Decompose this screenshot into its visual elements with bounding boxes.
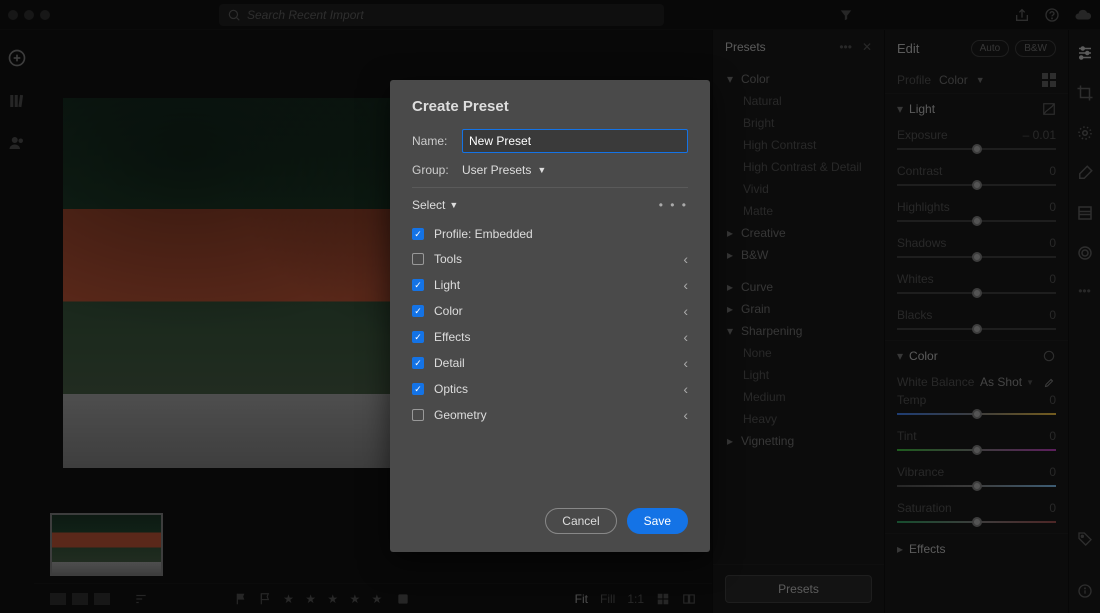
chevron-left-icon[interactable]: ‹ xyxy=(683,277,688,293)
preset-option-row[interactable]: Color ‹ xyxy=(412,298,688,324)
checkbox[interactable] xyxy=(412,409,424,421)
preset-option-label: Optics xyxy=(434,382,468,396)
preset-option-row[interactable]: Optics ‹ xyxy=(412,376,688,402)
checkbox[interactable] xyxy=(412,383,424,395)
group-select[interactable]: User Presets ▼ xyxy=(462,163,546,177)
group-label: Group: xyxy=(412,163,452,177)
checkbox[interactable] xyxy=(412,228,424,240)
create-preset-dialog: Create Preset Name: Group: User Presets … xyxy=(390,80,710,552)
checkbox[interactable] xyxy=(412,279,424,291)
chevron-down-icon: ▼ xyxy=(449,200,458,210)
chevron-left-icon[interactable]: ‹ xyxy=(683,381,688,397)
chevron-left-icon[interactable]: ‹ xyxy=(683,329,688,345)
preset-option-row[interactable]: Tools ‹ xyxy=(412,246,688,272)
chevron-left-icon[interactable]: ‹ xyxy=(683,407,688,423)
checkbox[interactable] xyxy=(412,357,424,369)
dialog-title: Create Preset xyxy=(412,98,688,115)
chevron-down-icon: ▼ xyxy=(537,165,546,175)
save-button[interactable]: Save xyxy=(627,508,688,534)
checkbox[interactable] xyxy=(412,253,424,265)
preset-option-label: Tools xyxy=(434,252,462,266)
cancel-button[interactable]: Cancel xyxy=(545,508,616,534)
preset-option-label: Light xyxy=(434,278,460,292)
name-label: Name: xyxy=(412,134,452,148)
chevron-left-icon[interactable]: ‹ xyxy=(683,251,688,267)
dialog-more-icon[interactable]: • • • xyxy=(659,198,688,212)
preset-option-label: Geometry xyxy=(434,408,487,422)
preset-option-label: Effects xyxy=(434,330,470,344)
preset-option-row[interactable]: Profile: Embedded xyxy=(412,222,688,246)
preset-option-label: Detail xyxy=(434,356,465,370)
preset-option-row[interactable]: Effects ‹ xyxy=(412,324,688,350)
select-all-dropdown[interactable]: Select ▼ xyxy=(412,198,458,212)
preset-option-row[interactable]: Light ‹ xyxy=(412,272,688,298)
checkbox[interactable] xyxy=(412,305,424,317)
checkbox[interactable] xyxy=(412,331,424,343)
preset-option-label: Profile: Embedded xyxy=(434,227,533,241)
preset-option-label: Color xyxy=(434,304,463,318)
preset-name-input[interactable] xyxy=(462,129,688,153)
preset-option-row[interactable]: Geometry ‹ xyxy=(412,402,688,428)
chevron-left-icon[interactable]: ‹ xyxy=(683,355,688,371)
chevron-left-icon[interactable]: ‹ xyxy=(683,303,688,319)
preset-option-row[interactable]: Detail ‹ xyxy=(412,350,688,376)
